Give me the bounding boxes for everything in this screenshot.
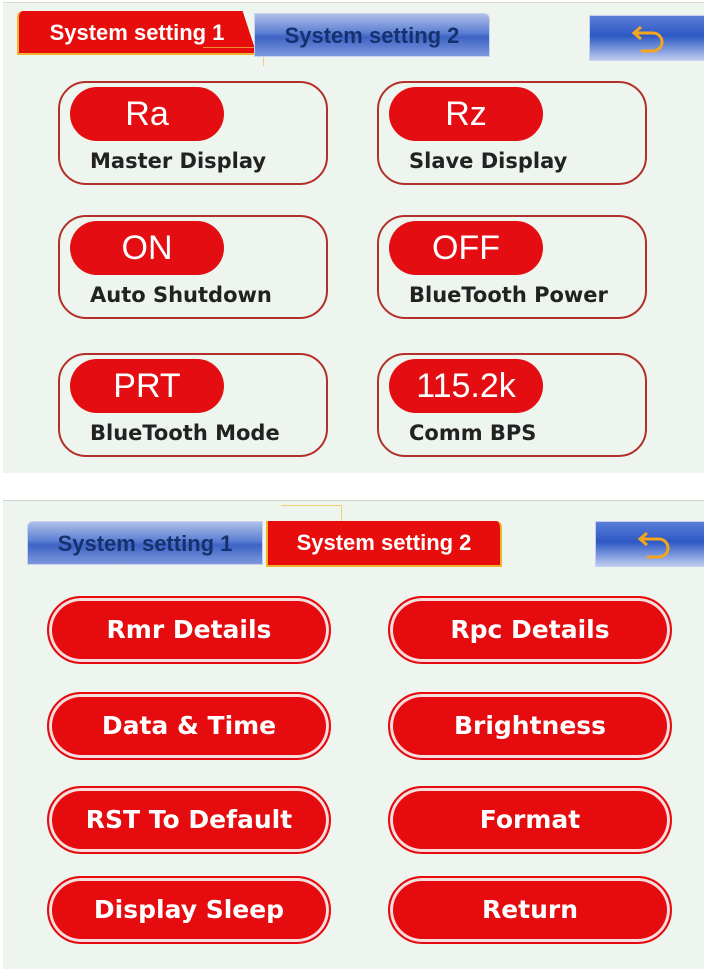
setting-value-pill[interactable]: Ra [70,87,224,141]
rpc-details-button[interactable]: Rpc Details [388,596,672,664]
setting-value-pill[interactable]: OFF [389,221,543,275]
setting-label: BlueTooth Mode [90,421,280,445]
tab-system-setting-1[interactable]: System setting 1 [27,521,263,565]
brightness-button[interactable]: Brightness [388,692,672,760]
setting-card-bluetooth-power[interactable]: OFF BlueTooth Power [377,215,647,319]
setting-label: Auto Shutdown [90,283,272,307]
setting-value-pill[interactable]: PRT [70,359,224,413]
setting-card-comm-bps[interactable]: 115.2k Comm BPS [377,353,647,457]
return-arrow-icon [637,531,670,559]
setting-value-pill[interactable]: Rz [389,87,543,141]
setting-label: Comm BPS [409,421,537,445]
rmr-details-button[interactable]: Rmr Details [47,596,331,664]
system-setting-2-screen: System setting 1 System setting 2 Rmr De… [3,500,704,969]
setting-label: Slave Display [409,149,568,173]
tab-system-setting-2[interactable]: System setting 2 [266,521,502,567]
back-button[interactable] [589,15,704,61]
rst-to-default-button[interactable]: RST To Default [47,786,331,854]
setting-label: BlueTooth Power [409,283,608,307]
setting-value-pill[interactable]: 115.2k [389,359,543,413]
setting-label: Master Display [90,149,267,173]
format-button[interactable]: Format [388,786,672,854]
setting-value-pill[interactable]: ON [70,221,224,275]
date-time-button[interactable]: Data & Time [47,692,331,760]
setting-card-master-display[interactable]: Ra Master Display [58,81,328,185]
display-sleep-button[interactable]: Display Sleep [47,876,331,944]
tab-system-setting-2[interactable]: System setting 2 [254,13,490,57]
return-button[interactable]: Return [388,876,672,944]
back-button[interactable] [595,521,704,567]
setting-card-auto-shutdown[interactable]: ON Auto Shutdown [58,215,328,319]
setting-card-bluetooth-mode[interactable]: PRT BlueTooth Mode [58,353,328,457]
setting-card-slave-display[interactable]: Rz Slave Display [377,81,647,185]
return-arrow-icon [631,25,664,53]
system-setting-1-screen: System setting 1 System setting 2 Ra Mas… [3,2,704,473]
